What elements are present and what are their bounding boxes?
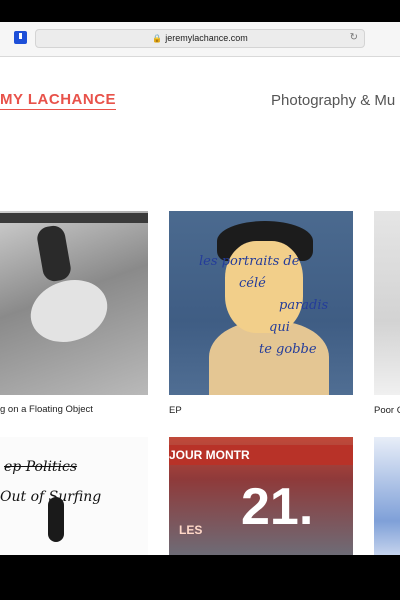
neon-number: 21. <box>241 478 314 536</box>
scribble-line: paradis <box>279 298 329 313</box>
scribble-line: les portraits de <box>199 254 300 269</box>
sign-text: LES <box>179 523 203 537</box>
reload-icon[interactable]: ↻ <box>350 32 358 43</box>
surfboard-shape <box>22 270 116 352</box>
lock-icon: 🔒 <box>152 34 163 43</box>
surfer-silhouette <box>35 223 73 284</box>
project-thumbnail-politics-surfing[interactable]: ep Politics Out of Surfing <box>0 437 148 555</box>
handwritten-overlay: les portraits de célé paradis qui te gob… <box>199 251 328 361</box>
project-thumbnail-partial[interactable] <box>374 437 400 555</box>
scribble-line: célé <box>239 276 266 291</box>
bookmark-icon[interactable] <box>14 31 27 44</box>
project-thumbnail-21[interactable]: JOUR MONTR LES 21. <box>169 437 353 555</box>
project-caption-poor[interactable]: Poor C <box>374 405 400 416</box>
project-caption-floating-object[interactable]: g on a Floating Object <box>0 404 93 415</box>
scribble-line: qui <box>269 320 290 335</box>
address-bar[interactable]: 🔒 jeremylachance.com ↻ <box>35 29 365 48</box>
handwritten-line: ep Politics <box>4 459 78 475</box>
project-thumbnail-floating-object[interactable] <box>0 211 148 395</box>
project-thumbnail-poor[interactable] <box>374 211 400 395</box>
browser-toolbar: 🔒 jeremylachance.com ↻ <box>0 22 400 57</box>
surfer-silhouette <box>48 497 64 542</box>
browser-window: 🔒 jeremylachance.com ↻ MY LACHANCE Photog… <box>0 22 400 555</box>
site-brand[interactable]: MY LACHANCE <box>0 91 117 110</box>
film-bar <box>0 213 148 223</box>
address-text: 🔒 jeremylachance.com <box>36 33 364 43</box>
url-text: jeremylachance.com <box>165 33 248 43</box>
scribble-line: te gobbe <box>259 342 317 357</box>
project-caption-ep[interactable]: EP <box>169 405 182 416</box>
project-thumbnail-ep[interactable]: les portraits de célé paradis qui te gob… <box>169 211 353 395</box>
site-tagline: Photography & Mu <box>271 92 396 109</box>
storefront-sign: JOUR MONTR <box>169 445 353 465</box>
